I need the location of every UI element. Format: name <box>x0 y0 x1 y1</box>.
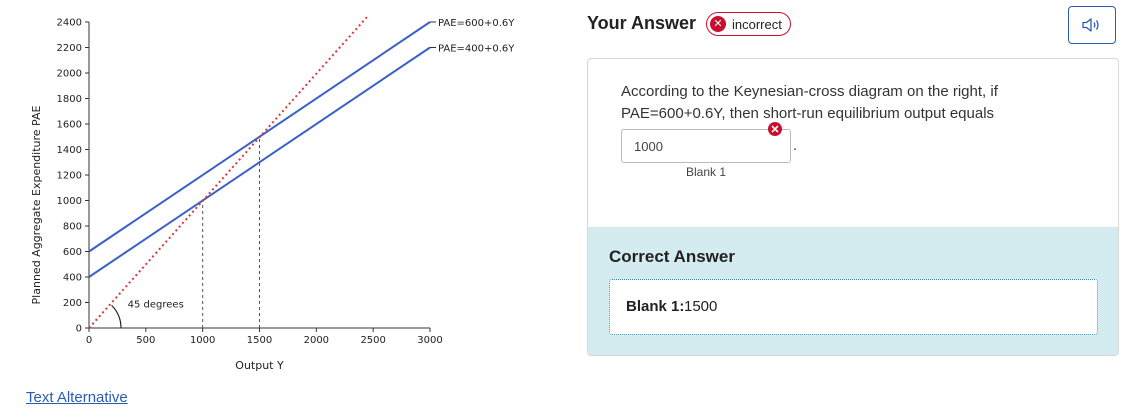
status-badge: ✕ incorrect <box>706 12 791 36</box>
x-tick-label: 2500 <box>360 335 385 346</box>
y-tick-label: 0 <box>76 324 82 335</box>
x-tick-label: 2000 <box>304 335 329 346</box>
incorrect-icon: ✕ <box>710 16 726 32</box>
chart-svg: 0 500 1000 1500 2000 2500 3000 0 200 400 600 800 100… <box>30 14 515 372</box>
text-alternative-link[interactable]: Text Alternative <box>26 389 128 406</box>
y-axis-title: Planned Aggregate Expenditure PAE <box>30 105 43 304</box>
input-error-icon <box>768 122 782 136</box>
y-tick-label: 2400 <box>57 18 82 29</box>
x-tick-label: 1500 <box>247 335 272 346</box>
series-label: PAE=400+0.6Y <box>438 44 515 55</box>
y-tick-label: 1200 <box>57 171 82 182</box>
y-tick-label: 1400 <box>57 145 82 156</box>
audio-button[interactable] <box>1068 6 1116 44</box>
correct-blank-label: Blank 1: <box>626 298 685 315</box>
correct-blank-value: 1500 <box>684 298 718 315</box>
correct-answer-title: Correct Answer <box>609 247 735 266</box>
sentence-period: . <box>793 137 798 154</box>
question-text: According to the Keynesian-cross diagram… <box>621 83 998 122</box>
correct-answer-section: Correct Answer Blank 1: 1500 <box>588 227 1118 355</box>
angle-annotation: 45 degrees <box>128 300 184 311</box>
x-tick-label: 0 <box>86 335 92 346</box>
x-tick-label: 500 <box>136 335 155 346</box>
status-text: incorrect <box>732 16 782 32</box>
y-tick-label: 1600 <box>57 120 82 131</box>
answer-input[interactable] <box>621 129 791 163</box>
y-tick-label: 400 <box>63 273 82 284</box>
blank-label: Blank 1 <box>686 165 727 179</box>
y-tick-label: 1000 <box>57 196 82 207</box>
keynesian-cross-chart: 0 500 1000 1500 2000 2500 3000 0 200 400 600 800 100… <box>0 0 560 385</box>
y-tick-label: 2000 <box>57 69 82 80</box>
correct-answer-box: Blank 1: 1500 <box>609 279 1098 335</box>
y-tick-label: 1800 <box>57 94 82 105</box>
answer-panel: According to the Keynesian-cross diagram… <box>587 58 1119 356</box>
angle-arc <box>111 304 122 329</box>
y-tick-label: 800 <box>63 222 82 233</box>
your-answer-title: Your Answer <box>587 13 697 33</box>
y-tick-label: 200 <box>63 298 82 309</box>
x-tick-label: 3000 <box>417 335 442 346</box>
x-tick-label: 1000 <box>190 335 215 346</box>
speaker-icon <box>1082 18 1099 32</box>
x-axis-title: Output Y <box>235 359 284 372</box>
y-tick-label: 2200 <box>57 43 82 54</box>
series-label: PAE=600+0.6Y <box>438 18 515 29</box>
forty-five-degree-line <box>88 14 370 329</box>
y-tick-label: 600 <box>63 247 82 258</box>
